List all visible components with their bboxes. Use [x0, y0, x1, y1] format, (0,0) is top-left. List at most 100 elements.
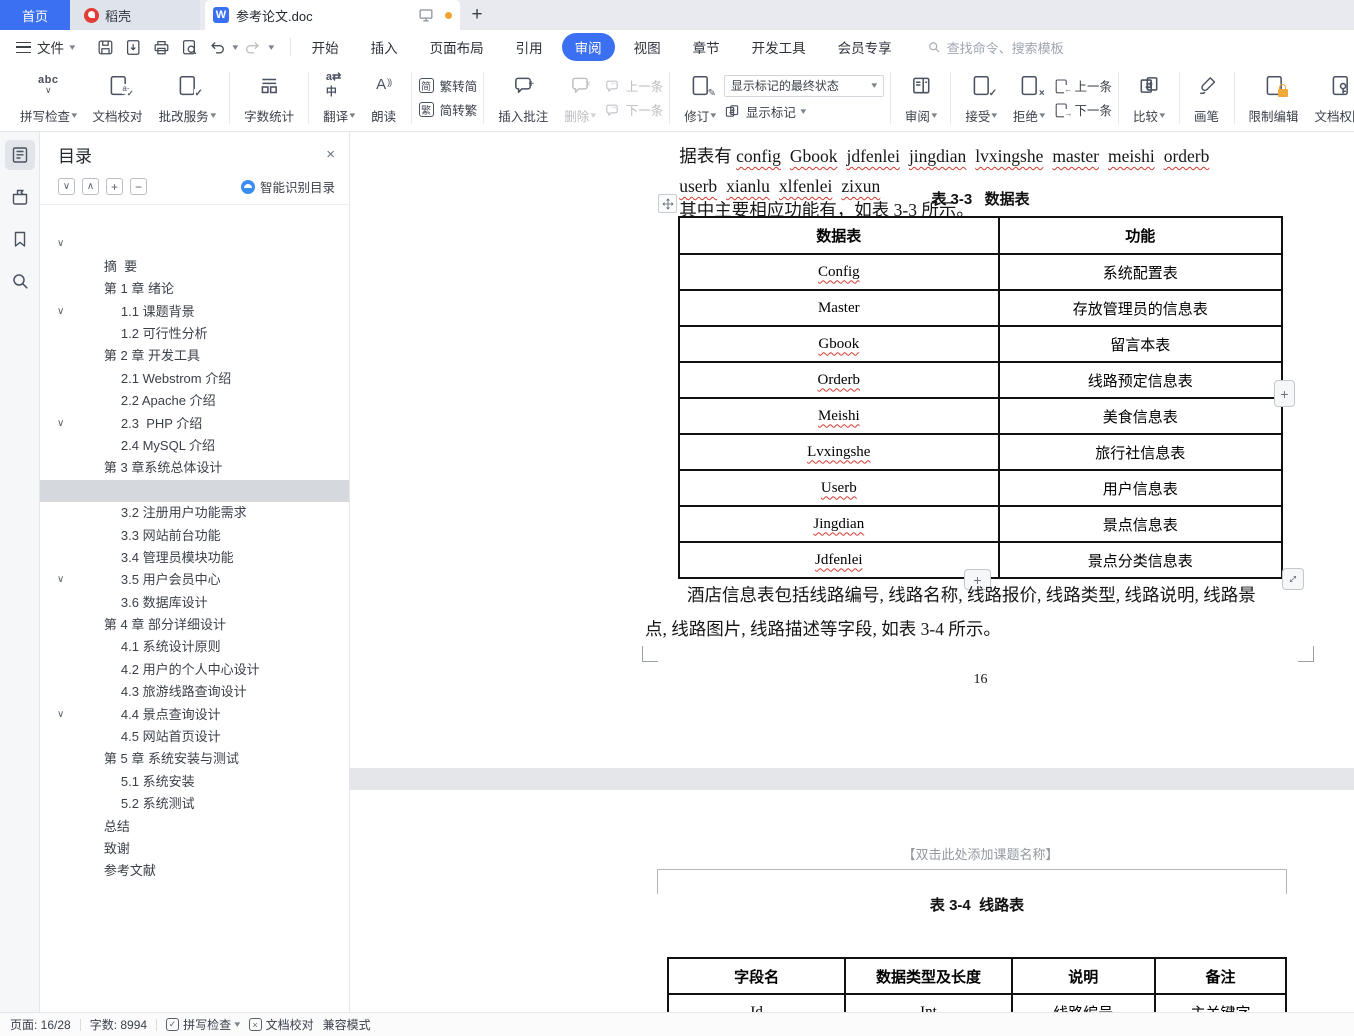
- toc-item[interactable]: 3.5 用户会员中心: [40, 524, 349, 587]
- translate-button[interactable]: 翻译: [315, 71, 363, 125]
- print-button[interactable]: [149, 35, 173, 59]
- toc-item[interactable]: 4.3 旅游线路查询设计: [40, 636, 349, 699]
- chevron-down-icon[interactable]: ∨: [57, 233, 64, 255]
- redo-button[interactable]: [241, 35, 265, 59]
- chevron-down-icon[interactable]: ∨: [57, 413, 64, 435]
- menu-item[interactable]: 会员专享: [825, 33, 905, 61]
- table-cell-en[interactable]: Master: [678, 289, 1000, 327]
- toc-item[interactable]: 3.4 管理员模块功能: [40, 502, 349, 565]
- document-page-1[interactable]: 据表有 config Gbook jdfenlei jingdian lvxingshe…: [350, 132, 1354, 768]
- more-commands-icon[interactable]: [268, 42, 274, 53]
- undo-button[interactable]: [205, 35, 229, 59]
- table-cell-en[interactable]: Orderb: [678, 361, 1000, 399]
- expand-all-button[interactable]: [58, 178, 75, 195]
- table-cell[interactable]: Id: [666, 993, 847, 1012]
- collapse-level-button[interactable]: [130, 178, 147, 195]
- toc-item[interactable]: 致谢: [40, 793, 349, 856]
- toc-item[interactable]: 3.1 管理员功能需求: [40, 435, 349, 498]
- new-tab-button[interactable]: +: [460, 0, 494, 30]
- ink-brush-button[interactable]: 画笔: [1186, 71, 1228, 125]
- table-resize-handle[interactable]: [1282, 568, 1304, 590]
- toc-item[interactable]: ∨ 第 4 章 部分详细设计: [40, 569, 349, 632]
- header-placeholder-text[interactable]: 【双击此处添加课题名称】: [678, 844, 1283, 863]
- doc-proof-toggle[interactable]: 文档校对: [248, 1016, 314, 1033]
- toc-item[interactable]: 4.4 景点查询设计: [40, 659, 349, 722]
- menu-item[interactable]: 视图: [621, 33, 674, 61]
- review-service-button[interactable]: 批改服务: [151, 71, 224, 125]
- toc-item[interactable]: 1.2 可行性分析: [40, 278, 349, 341]
- bookmark-panel-button[interactable]: [5, 224, 35, 254]
- toc-item[interactable]: ∨ 第 5 章 系统安装与测试: [40, 704, 349, 767]
- toc-item[interactable]: 2.4 MySQL 介绍: [40, 390, 349, 453]
- word-count-indicator[interactable]: 字数: 8994: [90, 1016, 147, 1033]
- table-cell-cn[interactable]: 用户信息表: [997, 469, 1284, 507]
- spell-check-button[interactable]: 拼写检查: [12, 71, 85, 125]
- toc-item[interactable]: 参考文献: [40, 816, 349, 878]
- simplified-to-traditional-button[interactable]: 繁 简转繁: [418, 100, 477, 119]
- close-icon[interactable]: ×: [326, 146, 335, 163]
- read-aloud-button[interactable]: 朗读: [363, 71, 405, 125]
- menu-item[interactable]: 开始: [299, 33, 352, 61]
- export-button[interactable]: [121, 35, 145, 59]
- word-count-button[interactable]: 字数统计: [236, 71, 302, 125]
- doc-text-line[interactable]: 点, 线路图片, 线路描述等字段, 如表 3-4 所示。: [645, 616, 1001, 641]
- toc-item[interactable]: 2.1 Webstrom 介绍: [40, 323, 349, 386]
- smart-toc-button[interactable]: 智能识别目录: [240, 177, 335, 196]
- menu-item[interactable]: 开发工具: [739, 33, 819, 61]
- table-cell-cn[interactable]: 景点信息表: [997, 505, 1284, 543]
- table-cell-en[interactable]: Jingdian: [678, 505, 1000, 543]
- toc-item[interactable]: 4.2 用户的个人中心设计: [40, 614, 349, 677]
- menu-item[interactable]: 页面布局: [417, 33, 497, 61]
- table-cell-cn[interactable]: 景点分类信息表: [997, 541, 1284, 579]
- markup-state-select[interactable]: 显示标记的最终状态: [723, 74, 884, 97]
- save-button[interactable]: [93, 35, 117, 59]
- chevron-down-icon[interactable]: ∨: [57, 569, 64, 591]
- show-markup-button[interactable]: 显示标记: [724, 102, 884, 121]
- table-cell-en[interactable]: Lvxingshe: [678, 433, 1000, 471]
- toc-item[interactable]: 5.2 系统测试: [40, 748, 349, 811]
- toc-item[interactable]: 5.1 系统安装: [40, 726, 349, 789]
- collapse-all-button[interactable]: [82, 178, 99, 195]
- menu-item[interactable]: 引用: [503, 33, 556, 61]
- table-move-handle[interactable]: [658, 194, 677, 213]
- doc-text-line[interactable]: 酒店信息表包括线路编号, 线路名称, 线路报价, 线路类型, 线路说明, 线路景: [687, 582, 1256, 607]
- table-cell-cn[interactable]: 线路预定信息表: [997, 361, 1284, 399]
- table-cell-en[interactable]: Config: [678, 253, 1000, 291]
- print-preview-button[interactable]: [177, 35, 201, 59]
- compare-button[interactable]: 比较: [1125, 71, 1173, 125]
- menu-item[interactable]: 插入: [358, 33, 411, 61]
- toc-item[interactable]: ∨ 第 3 章系统总体设计: [40, 413, 349, 476]
- prev-change-button[interactable]: 上一条: [1052, 76, 1112, 95]
- toc-item[interactable]: ∨ 第 2 章 开发工具: [40, 301, 349, 364]
- tab-docer[interactable]: 稻壳: [70, 0, 200, 30]
- tab-document[interactable]: W 参考论文.doc: [205, 0, 460, 30]
- toc-item[interactable]: 3.6 数据库设计: [40, 547, 349, 610]
- review-pane-button[interactable]: 审阅: [897, 71, 945, 125]
- chevron-down-icon[interactable]: ∨: [57, 301, 64, 323]
- table-cell-en[interactable]: Jdfenlei: [678, 541, 1000, 579]
- toc-item[interactable]: 2.2 Apache 介绍: [40, 345, 349, 408]
- toc-item[interactable]: 4.1 系统设计原则: [40, 592, 349, 654]
- command-search[interactable]: 查找命令、搜索模板: [927, 38, 1064, 57]
- find-panel-button[interactable]: [5, 266, 35, 296]
- traditional-to-simplified-button[interactable]: 简 繁转简: [418, 76, 477, 95]
- toc-item[interactable]: 总结: [40, 771, 349, 834]
- table-header-cell[interactable]: 数据类型及长度: [844, 957, 1013, 995]
- undo-caret-icon[interactable]: [232, 42, 238, 53]
- next-comment-button[interactable]: 下一条: [604, 100, 663, 119]
- insert-comment-button[interactable]: 插入批注: [490, 71, 556, 125]
- toc-item[interactable]: 4.5 网站首页设计: [40, 681, 349, 744]
- table-cell-en[interactable]: Gbook: [678, 325, 1000, 363]
- delete-comment-button[interactable]: 删除: [556, 71, 604, 125]
- chevron-down-icon[interactable]: ∨: [57, 704, 64, 726]
- table-cell-cn[interactable]: 存放管理员的信息表: [997, 289, 1284, 327]
- toc-item[interactable]: 1.1 课题背景: [40, 256, 349, 319]
- toc-item[interactable]: 2.3 PHP 介绍: [40, 368, 349, 431]
- comments-panel-button[interactable]: [5, 182, 35, 212]
- menu-item[interactable]: 审阅: [561, 33, 615, 61]
- prev-comment-button[interactable]: 上一条: [604, 76, 663, 95]
- table-cell-cn[interactable]: 系统配置表: [997, 253, 1284, 291]
- table-cell-cn[interactable]: 留言本表: [997, 325, 1284, 363]
- expand-level-button[interactable]: [106, 178, 123, 195]
- toc-item[interactable]: ∨ 第 1 章 绪论: [40, 233, 349, 296]
